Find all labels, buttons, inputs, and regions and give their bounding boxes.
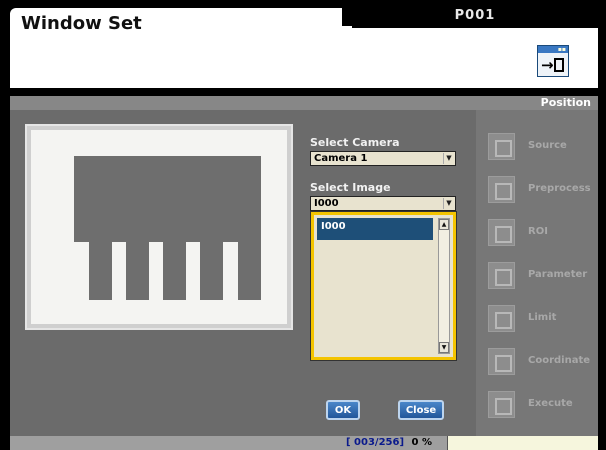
camera-select[interactable]: Camera 1 ▼ xyxy=(310,151,456,166)
listbox-scrollbar[interactable]: ▲ ▼ xyxy=(438,218,450,354)
app-window: P001 Window Set ▪▪ → Position Select Cam… xyxy=(0,0,606,450)
select-image-label: Select Image xyxy=(310,181,391,194)
parameter-icon xyxy=(488,262,515,289)
status-counter: [ 003/256] 0 % xyxy=(346,437,432,449)
window-box-icon xyxy=(554,58,564,72)
chevron-down-icon[interactable]: ▼ xyxy=(443,198,454,209)
nav-item-source[interactable]: Source xyxy=(488,133,606,161)
nav-item-label: Source xyxy=(528,140,567,151)
window-controls-icon-part: ▪▪ xyxy=(557,46,566,53)
section-label: Position xyxy=(540,96,591,109)
part-tooth xyxy=(89,242,112,300)
roi-icon xyxy=(488,219,515,246)
window-set-icon[interactable]: ▪▪ → xyxy=(537,45,569,77)
progress-percent: 0 % xyxy=(411,437,432,448)
source-icon xyxy=(488,133,515,160)
chevron-down-icon[interactable]: ▼ xyxy=(443,153,454,164)
nav-item-label: Parameter xyxy=(528,269,588,280)
image-select[interactable]: I000 ▼ xyxy=(310,196,456,211)
nav-item-label: Limit xyxy=(528,312,557,323)
camera-select-value: Camera 1 xyxy=(314,153,368,164)
nav-item-label: Coordinate xyxy=(528,355,591,366)
program-tab[interactable]: P001 xyxy=(352,2,598,28)
ok-button[interactable]: OK xyxy=(326,400,360,420)
image-listbox[interactable]: I000 ▲ ▼ xyxy=(310,211,457,361)
select-camera-label: Select Camera xyxy=(310,136,400,149)
list-item[interactable]: I000 xyxy=(317,218,433,240)
nav-item-preprocess[interactable]: Preprocess xyxy=(488,176,606,204)
nav-item-limit[interactable]: Limit xyxy=(488,305,606,333)
nav-item-label: Execute xyxy=(528,398,573,409)
page-title: Window Set xyxy=(21,13,142,34)
scroll-down-icon[interactable]: ▼ xyxy=(439,342,449,353)
nav-item-label: Preprocess xyxy=(528,183,591,194)
nav-item-coordinate[interactable]: Coordinate xyxy=(488,348,606,376)
part-tooth xyxy=(200,242,223,300)
program-counter: [ 003/256] xyxy=(346,437,405,448)
nav-item-roi[interactable]: ROI xyxy=(488,219,606,247)
execute-icon xyxy=(488,391,515,418)
section-bar: Position xyxy=(10,96,598,110)
part-tooth xyxy=(126,242,149,300)
nav-item-parameter[interactable]: Parameter xyxy=(488,262,606,290)
nav-item-execute[interactable]: Execute xyxy=(488,391,606,419)
arrow-right-icon: → xyxy=(541,56,554,74)
image-select-value: I000 xyxy=(314,198,339,209)
close-button[interactable]: Close xyxy=(398,400,444,420)
nav-item-label: ROI xyxy=(528,226,548,237)
part-tooth xyxy=(163,242,186,300)
limit-icon xyxy=(488,305,515,332)
status-message-field xyxy=(447,436,598,450)
preprocess-icon xyxy=(488,176,515,203)
part-body-shape xyxy=(74,156,261,242)
coordinate-icon xyxy=(488,348,515,375)
scroll-up-icon[interactable]: ▲ xyxy=(439,219,449,230)
part-tooth xyxy=(238,242,261,300)
